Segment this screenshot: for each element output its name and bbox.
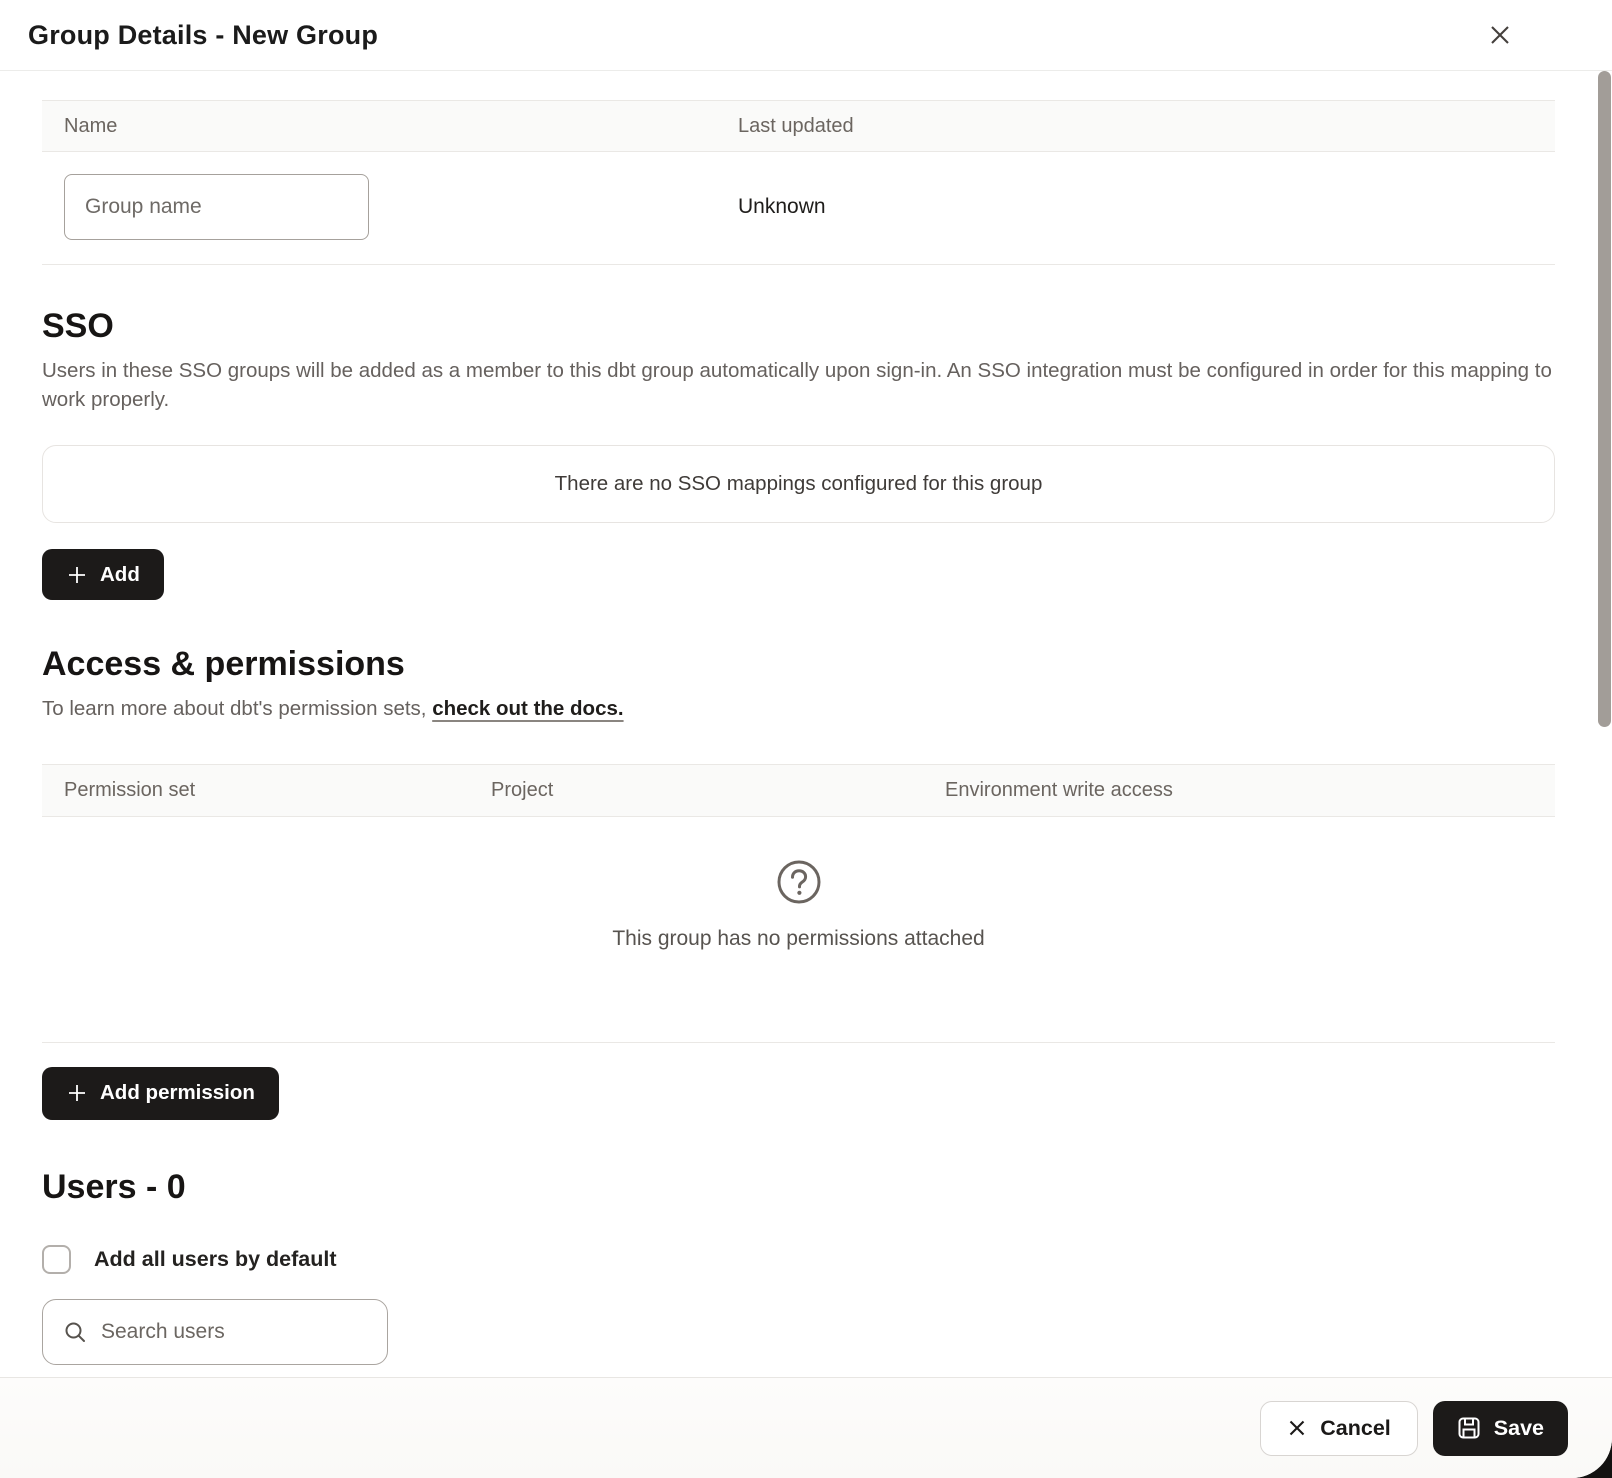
group-name-table-header: Name Last updated — [42, 100, 1555, 152]
users-heading: Users - 0 — [42, 1169, 1555, 1205]
last-updated-value: Unknown — [738, 195, 1555, 219]
save-button[interactable]: Save — [1433, 1401, 1568, 1456]
add-permission-label: Add permission — [100, 1081, 255, 1105]
add-permission-button[interactable]: Add permission — [42, 1067, 279, 1120]
question-circle-icon — [776, 859, 822, 905]
permissions-empty-state: This group has no permissions attached — [42, 817, 1555, 1043]
access-permissions-heading: Access & permissions — [42, 646, 1555, 682]
plus-icon — [66, 564, 88, 586]
column-header-environment-write-access: Environment write access — [923, 779, 1555, 802]
modal-title: Group Details - New Group — [28, 20, 378, 51]
close-icon — [1485, 20, 1515, 50]
column-header-permission-set: Permission set — [42, 779, 469, 802]
permissions-empty-message: This group has no permissions attached — [612, 927, 984, 951]
search-users-input[interactable] — [101, 1320, 367, 1344]
close-button[interactable] — [1480, 15, 1520, 55]
cancel-label: Cancel — [1320, 1416, 1391, 1441]
modal-body: Name Last updated Unknown SSO Users in t… — [0, 71, 1612, 1377]
permissions-table-header: Permission set Project Environment write… — [42, 764, 1555, 817]
group-name-input[interactable] — [64, 174, 369, 240]
group-details-modal: Group Details - New Group Name Last upda… — [0, 0, 1612, 1478]
modal-footer: Cancel Save — [0, 1377, 1612, 1478]
permissions-table: Permission set Project Environment write… — [42, 764, 1555, 1043]
column-header-project: Project — [469, 779, 923, 802]
column-header-last-updated: Last updated — [738, 115, 1555, 138]
vertical-scrollbar[interactable] — [1598, 71, 1611, 727]
search-users-field[interactable] — [42, 1299, 388, 1365]
sso-empty-message: There are no SSO mappings configured for… — [555, 472, 1043, 496]
column-header-name: Name — [42, 115, 738, 138]
search-icon — [63, 1320, 87, 1344]
group-name-table: Name Last updated Unknown — [42, 100, 1555, 265]
sso-heading: SSO — [42, 308, 1555, 344]
save-floppy-icon — [1457, 1416, 1481, 1440]
add-all-users-checkbox[interactable] — [42, 1245, 71, 1274]
access-permissions-description: To learn more about dbt's permission set… — [42, 695, 1555, 724]
cancel-x-icon — [1287, 1418, 1307, 1438]
add-sso-mapping-button[interactable]: Add — [42, 549, 164, 600]
sso-description: Users in these SSO groups will be added … — [42, 357, 1555, 414]
plus-icon — [66, 1082, 88, 1104]
add-all-users-row: Add all users by default — [42, 1245, 1555, 1274]
sso-empty-state: There are no SSO mappings configured for… — [42, 445, 1555, 523]
save-label: Save — [1494, 1416, 1544, 1441]
cancel-button[interactable]: Cancel — [1260, 1401, 1418, 1456]
permissions-description-text: To learn more about dbt's permission set… — [42, 697, 432, 720]
add-all-users-label[interactable]: Add all users by default — [94, 1247, 337, 1272]
group-name-row: Unknown — [42, 152, 1555, 265]
docs-link[interactable]: check out the docs. — [432, 697, 623, 720]
add-sso-mapping-label: Add — [100, 563, 140, 587]
modal-header: Group Details - New Group — [0, 0, 1612, 71]
